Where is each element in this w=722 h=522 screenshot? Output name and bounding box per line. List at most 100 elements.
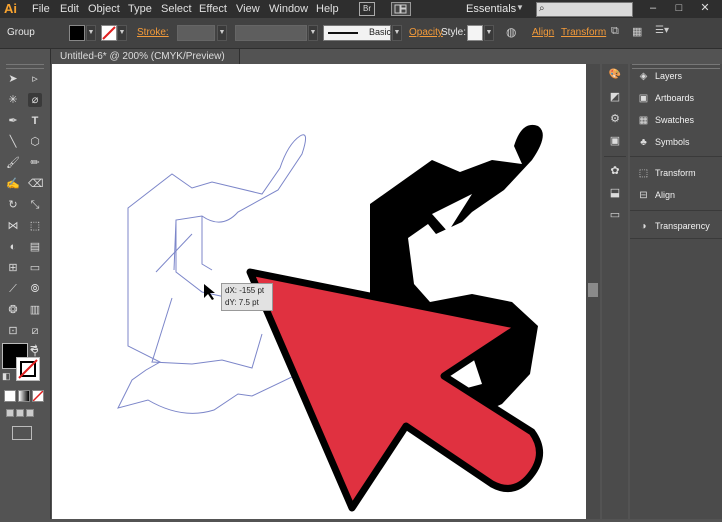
magic-wand-tool-icon[interactable]: ✳ (6, 93, 20, 107)
perspective-grid-tool-icon[interactable]: ▤ (28, 240, 42, 254)
draw-behind-icon[interactable] (16, 409, 24, 417)
style-label: Style: (441, 27, 467, 38)
transform-link[interactable]: Transform (561, 27, 606, 38)
paintbrush-tool-icon[interactable]: 🖌 (6, 156, 20, 170)
toolbar-grip[interactable] (6, 64, 44, 69)
free-transform-tool-icon[interactable]: ⬚ (28, 219, 42, 233)
color-panel-icon[interactable]: 🎨 (608, 68, 622, 82)
none-slash-icon (32, 390, 44, 402)
gradient-mode-icon[interactable] (18, 390, 30, 402)
variable-width-profile[interactable] (235, 25, 307, 41)
document-tab[interactable]: Untitled-6* @ 200% (CMYK/Preview) (50, 48, 240, 64)
workspace-dropdown-icon[interactable]: ▼ (516, 3, 524, 12)
width-tool-icon[interactable]: ⋈ (6, 219, 20, 233)
polygon-tool-icon[interactable]: ⬡ (28, 135, 42, 149)
slice-tool-icon[interactable]: ⧄ (28, 324, 42, 338)
blob-brush-tool-icon[interactable]: ✍ (6, 177, 20, 191)
vertical-scroll-thumb[interactable] (588, 283, 598, 297)
eyedropper-tool-icon[interactable]: ⟋ (6, 282, 20, 296)
panel-swatches[interactable]: ▦ Swatches (638, 115, 694, 126)
recolor-icon[interactable]: ◍ (506, 25, 520, 39)
menu-window[interactable]: Window (269, 3, 308, 15)
pen-tool-icon[interactable]: ✒ (6, 114, 20, 128)
artwork-svg (117, 124, 543, 512)
stroke-weight-dropdown[interactable]: ▼ (217, 25, 227, 41)
swap-fill-stroke-icon[interactable]: ⇄ (30, 343, 38, 354)
type-tool-icon[interactable]: T (28, 114, 42, 128)
blend-tool-icon[interactable]: ⦾ (28, 282, 42, 296)
eraser-tool-icon[interactable]: ⌫ (28, 177, 44, 191)
stroke-dropdown[interactable]: ▼ (117, 25, 127, 41)
menu-file[interactable]: File (32, 3, 50, 15)
screen-mode-icon[interactable] (12, 426, 32, 440)
rotate-tool-icon[interactable]: ↻ (6, 198, 20, 212)
stroke-link[interactable]: Stroke: (137, 27, 169, 38)
stroke-panel-icon[interactable]: ⬓ (608, 186, 622, 200)
stroke-swatch[interactable] (101, 25, 117, 41)
pencil-tool-icon[interactable]: ✏ (28, 156, 42, 170)
minimize-button[interactable]: – (646, 2, 660, 14)
profile-dropdown[interactable]: ▼ (308, 25, 318, 41)
fill-dropdown[interactable]: ▼ (86, 25, 96, 41)
control-menu-icon[interactable]: ☰▾ (655, 25, 669, 36)
panel-align[interactable]: ⊟ Align (638, 190, 675, 201)
brushes-icon[interactable]: ✿ (608, 164, 622, 178)
close-button[interactable]: ✕ (698, 2, 712, 14)
isolate-group-icon[interactable]: ⧉ (611, 25, 619, 38)
menu-view[interactable]: View (236, 3, 260, 15)
lasso-tool-icon[interactable]: ⌀ (28, 93, 42, 107)
color-mode-icon[interactable] (4, 390, 16, 402)
search-input[interactable]: ⌕ (536, 2, 633, 17)
line-tool-icon[interactable]: ╲ (6, 135, 20, 149)
brush-basic-label: Basic (369, 27, 392, 37)
arrange-documents-button[interactable] (391, 2, 411, 16)
bridge-button[interactable]: Br (359, 2, 375, 16)
draw-normal-icon[interactable] (6, 409, 14, 417)
fill-swatch[interactable] (69, 25, 85, 41)
transform-icon: ⬚ (638, 168, 649, 180)
color-guide-icon[interactable]: ◩ (608, 90, 622, 104)
menu-edit[interactable]: Edit (60, 3, 79, 15)
mesh-tool-icon[interactable]: ⊞ (6, 261, 20, 275)
stroke-color-box[interactable] (16, 357, 40, 381)
panel-transform[interactable]: ⬚ Transform (638, 168, 696, 179)
panel-layers[interactable]: ◈ Layers (638, 71, 682, 82)
tooltip-dy: dY: 7.5 pt (225, 298, 259, 307)
direct-selection-tool-icon[interactable]: ▹ (28, 72, 42, 86)
selection-tool-icon[interactable]: ➤ (6, 72, 20, 86)
panel-transparency[interactable]: ◑ Transparency (638, 221, 709, 232)
workspace-switcher[interactable]: Essentials (466, 3, 516, 15)
column-graph-tool-icon[interactable]: ▥ (28, 303, 42, 317)
panel-artboards[interactable]: ▣ Artboards (638, 93, 694, 104)
menu-help[interactable]: Help (316, 3, 339, 15)
align-link[interactable]: Align (532, 27, 554, 38)
appearance-icon[interactable]: ⚙ (608, 112, 622, 126)
symbol-sprayer-tool-icon[interactable]: ❂ (6, 303, 20, 317)
graphic-style-dropdown[interactable]: ▼ (484, 25, 494, 41)
default-fill-stroke-icon[interactable]: ◧ (2, 371, 11, 382)
graphic-styles-icon[interactable]: ▣ (608, 134, 622, 148)
gradient-panel-icon[interactable]: ▭ (608, 208, 622, 222)
panel-symbols[interactable]: ♣ Symbols (638, 137, 689, 148)
graphic-style-swatch[interactable] (467, 25, 483, 41)
move-tooltip: dX: -155 pt dY: 7.5 pt (221, 283, 273, 311)
menu-object[interactable]: Object (88, 3, 120, 15)
menu-type[interactable]: Type (128, 3, 152, 15)
gradient-tool-icon[interactable]: ▭ (28, 261, 42, 275)
brush-dropdown[interactable]: ▼ (392, 25, 402, 41)
none-mode-icon[interactable] (32, 390, 44, 402)
arrange-icon[interactable]: ▦ (632, 25, 642, 38)
scale-tool-icon[interactable]: ⤡ (28, 198, 42, 212)
maximize-button[interactable]: □ (672, 2, 686, 14)
menu-effect[interactable]: Effect (199, 3, 227, 15)
stroke-weight-field[interactable] (177, 25, 215, 41)
shape-builder-tool-icon[interactable]: ◐ (6, 240, 20, 254)
artboard-canvas[interactable] (52, 64, 586, 519)
artboard-tool-icon[interactable]: ⊡ (6, 324, 20, 338)
brush-style-field[interactable]: Basic (323, 25, 391, 41)
tooltip-dx: dX: -155 pt (225, 286, 265, 295)
opacity-link[interactable]: Opacity (409, 27, 443, 38)
menu-select[interactable]: Select (161, 3, 192, 15)
draw-inside-icon[interactable] (26, 409, 34, 417)
panel-grip[interactable] (632, 64, 720, 69)
